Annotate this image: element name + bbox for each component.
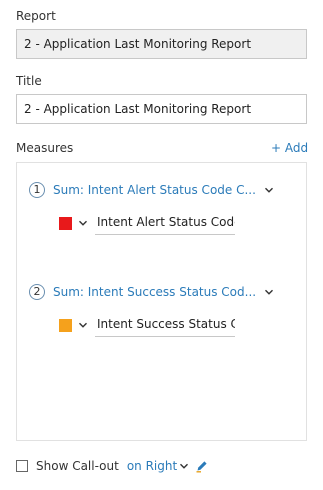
measure-number: 1	[29, 182, 45, 198]
add-measure-button[interactable]: + Add	[271, 141, 308, 155]
measures-list: 1 Sum: Intent Alert Status Code C... Int…	[16, 162, 307, 441]
callout-row: Show Call-out on Right	[16, 458, 209, 474]
report-label: Report	[16, 9, 56, 23]
chevron-down-icon[interactable]	[264, 185, 274, 195]
measure-number: 2	[29, 284, 45, 300]
series-color-swatch[interactable]	[59, 318, 72, 332]
chevron-down-icon[interactable]	[264, 287, 274, 297]
measure-series-row: Intent Alert Status Code C	[59, 211, 235, 235]
chevron-down-icon[interactable]	[179, 461, 189, 471]
series-name-input[interactable]: Intent Success Status Cod	[95, 313, 235, 337]
measure-item: 2 Sum: Intent Success Status Cod...	[29, 280, 274, 304]
measure-title-link[interactable]: Sum: Intent Alert Status Code C...	[53, 183, 256, 197]
measure-title-link[interactable]: Sum: Intent Success Status Cod...	[53, 285, 256, 299]
chevron-down-icon[interactable]	[78, 218, 88, 228]
measures-label: Measures	[16, 141, 74, 155]
title-label: Title	[16, 74, 42, 88]
show-callout-checkbox[interactable]	[16, 460, 28, 472]
show-callout-label: Show Call-out	[36, 459, 119, 473]
callout-position-dropdown[interactable]: on Right	[127, 459, 177, 473]
edit-pencil-icon[interactable]	[195, 459, 209, 473]
series-color-swatch[interactable]	[59, 216, 72, 230]
title-input[interactable]: 2 - Application Last Monitoring Report	[16, 94, 307, 124]
measure-series-row: Intent Success Status Cod	[59, 313, 235, 337]
report-field: 2 - Application Last Monitoring Report	[16, 29, 307, 59]
series-name-input[interactable]: Intent Alert Status Code C	[95, 211, 235, 235]
measure-item: 1 Sum: Intent Alert Status Code C...	[29, 178, 274, 202]
chevron-down-icon[interactable]	[78, 320, 88, 330]
